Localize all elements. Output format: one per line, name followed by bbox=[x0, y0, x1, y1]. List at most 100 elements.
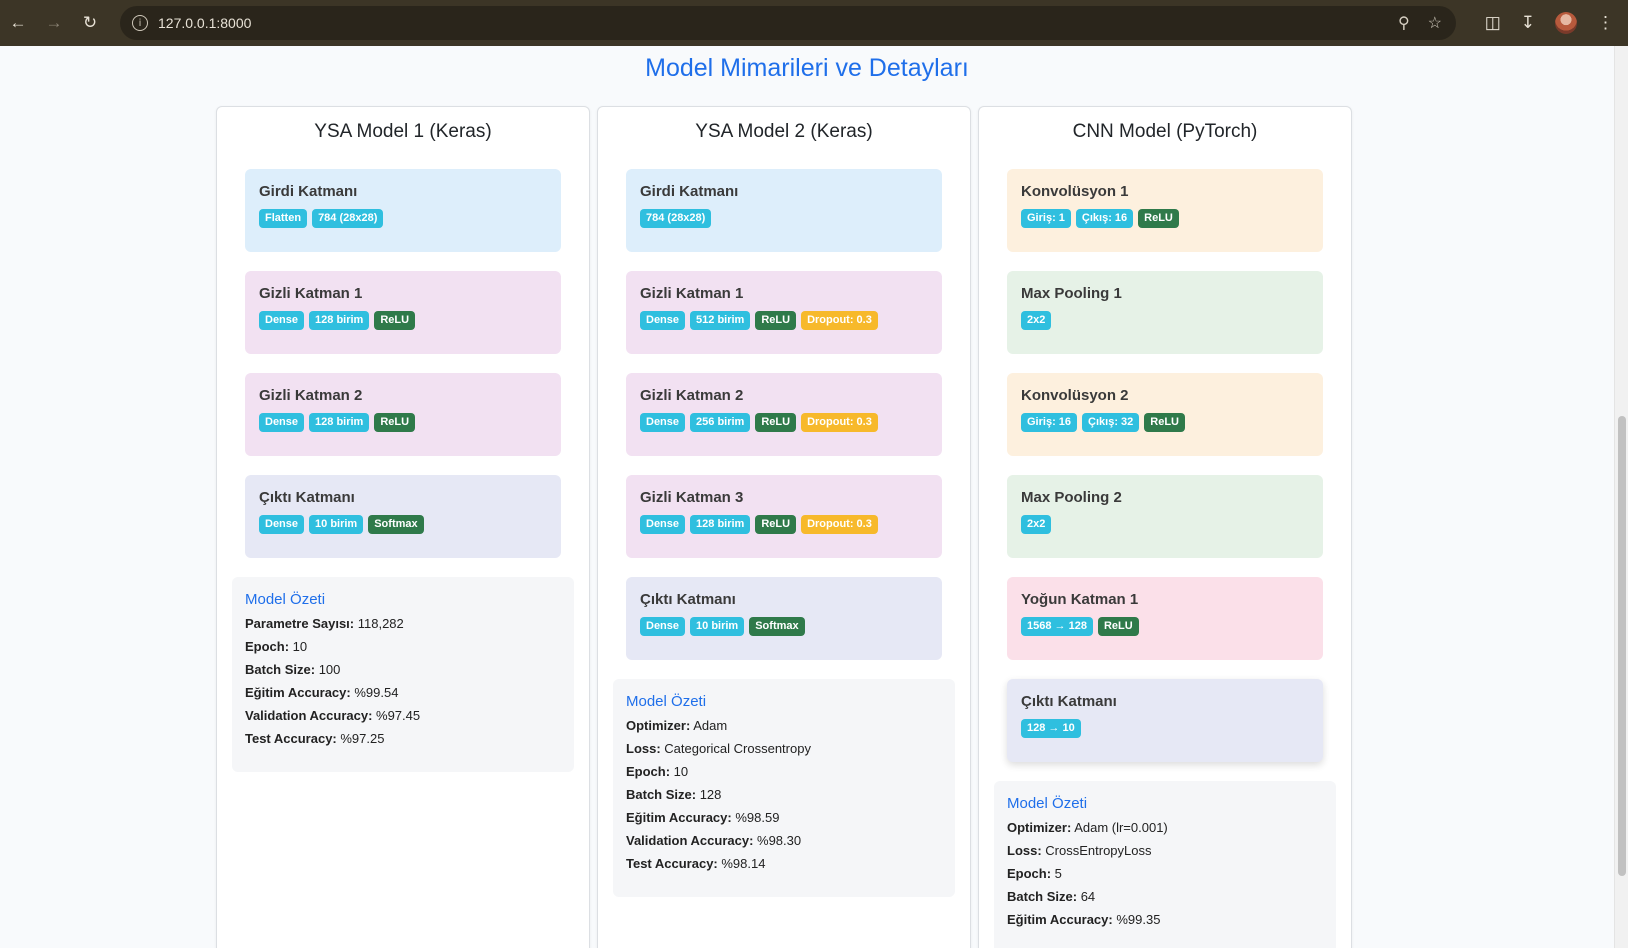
layer-badge: Giriş: 1 bbox=[1021, 209, 1071, 228]
layer-badge: ReLU bbox=[1097, 617, 1139, 636]
layer-badges: Dense 512 birim ReLU Dropout: 0.3 bbox=[640, 311, 928, 330]
summary-row: Batch Size: 64 bbox=[1007, 889, 1323, 904]
summary-row: Eğitim Accuracy: %99.54 bbox=[245, 685, 561, 700]
layer-list: Girdi Katmanı Flatten 784 (28x28) Gizli Kat… bbox=[217, 169, 589, 558]
summary-value: %99.35 bbox=[1112, 912, 1161, 927]
layer-badge: Dense bbox=[259, 515, 305, 534]
summary-value: %97.25 bbox=[336, 731, 385, 746]
bookmark-star-icon[interactable]: ☆ bbox=[1428, 13, 1442, 33]
summary-value: %98.14 bbox=[717, 856, 766, 871]
layer-badges: 1568 → 128 ReLU bbox=[1021, 617, 1309, 636]
layer-badge: ReLU bbox=[1144, 413, 1186, 432]
site-info-icon[interactable]: i bbox=[132, 15, 148, 31]
layer-box: Gizli Katman 1 Dense 128 birim ReLU bbox=[245, 271, 561, 354]
forward-icon[interactable]: → bbox=[36, 0, 72, 46]
summary-row: Batch Size: 128 bbox=[626, 787, 942, 802]
download-icon[interactable]: ↧ bbox=[1521, 13, 1535, 33]
layer-badge: ReLU bbox=[755, 311, 797, 330]
summary-value: 118,282 bbox=[354, 616, 404, 631]
model-summary: Model Özeti Optimizer: Adam Loss: Categori… bbox=[613, 679, 955, 897]
back-icon[interactable]: ← bbox=[0, 0, 36, 46]
summary-row: Optimizer: Adam (lr=0.001) bbox=[1007, 820, 1323, 835]
layer-badge: 128 birim bbox=[309, 311, 370, 330]
layer-badge: Giriş: 16 bbox=[1021, 413, 1078, 432]
model-summary-title: Model Özeti bbox=[1007, 795, 1088, 812]
summary-row: Validation Accuracy: %98.30 bbox=[626, 833, 942, 848]
summary-row: Epoch: 5 bbox=[1007, 866, 1323, 881]
summary-row: Loss: Categorical Crossentropy bbox=[626, 741, 942, 756]
profile-avatar[interactable] bbox=[1555, 12, 1577, 34]
layer-badge: 1568 → 128 bbox=[1021, 617, 1093, 636]
layer-badge: ReLU bbox=[1138, 209, 1179, 228]
summary-label: Epoch: bbox=[245, 639, 290, 654]
layer-box: Gizli Katman 2 Dense 256 birim ReLU Dropout:… bbox=[626, 373, 942, 456]
layer-name: Gizli Katman 2 bbox=[259, 387, 363, 404]
summary-row: Parametre Sayısı: 118,282 bbox=[245, 616, 561, 631]
summary-row: Validation Accuracy: %97.45 bbox=[245, 708, 561, 723]
layer-badge: ReLU bbox=[755, 413, 797, 432]
layer-box: Gizli Katman 3 Dense 128 birim ReLU Dropout:… bbox=[626, 475, 942, 558]
layer-badge: Dense bbox=[259, 413, 305, 432]
summary-value: 64 bbox=[1077, 889, 1096, 904]
summary-label: Batch Size: bbox=[1007, 889, 1078, 904]
browser-toolbar: ← → ↻ i 127.0.0.1:8000 ⚲ ☆ ◫ ↧ ⋮ bbox=[0, 0, 1628, 46]
scrollbar-thumb[interactable] bbox=[1618, 416, 1626, 876]
summary-label: Loss: bbox=[626, 741, 661, 756]
layer-box: Yoğun Katman 1 1568 → 128 ReLU bbox=[1007, 577, 1323, 660]
layer-badges: Dense 128 birim ReLU bbox=[259, 311, 547, 330]
layer-box: Max Pooling 2 2x2 bbox=[1007, 475, 1323, 558]
summary-row: Batch Size: 100 bbox=[245, 662, 561, 677]
layer-badges: Giriş: 16 Çıkış: 32 ReLU bbox=[1021, 413, 1309, 432]
layer-badge: 128 birim bbox=[309, 413, 370, 432]
layer-name: Max Pooling 2 bbox=[1021, 489, 1122, 506]
layer-box: Çıktı Katmanı Dense 10 birim Softmax bbox=[245, 475, 561, 558]
page-scrollbar[interactable] bbox=[1614, 46, 1628, 948]
layer-badge: Dropout: 0.3 bbox=[801, 311, 878, 330]
layer-badges: Dense 10 birim Softmax bbox=[259, 515, 547, 534]
summary-value: CrossEntropyLoss bbox=[1041, 843, 1152, 858]
model-card: YSA Model 2 (Keras) Girdi Katmanı 784 (28x… bbox=[597, 106, 971, 948]
layer-box: Girdi Katmanı 784 (28x28) bbox=[626, 169, 942, 252]
summary-value: %99.54 bbox=[350, 685, 399, 700]
menu-dots-icon[interactable]: ⋮ bbox=[1597, 13, 1614, 33]
summary-row: Test Accuracy: %97.25 bbox=[245, 731, 561, 746]
layer-badge: 128 birim bbox=[690, 515, 751, 534]
address-bar[interactable]: i 127.0.0.1:8000 ⚲ ☆ bbox=[120, 6, 1456, 40]
model-card-title: YSA Model 2 (Keras) bbox=[695, 121, 873, 142]
layer-badge: Softmax bbox=[368, 515, 424, 534]
zoom-icon[interactable]: ⚲ bbox=[1398, 13, 1410, 33]
layer-box: Çıktı Katmanı Dense 10 birim Softmax bbox=[626, 577, 942, 660]
summary-label: Test Accuracy: bbox=[626, 856, 718, 871]
layer-list: Girdi Katmanı 784 (28x28) Gizli Katman 1 De… bbox=[598, 169, 970, 660]
summary-value: 5 bbox=[1051, 866, 1062, 881]
layer-name: Çıktı Katmanı bbox=[259, 489, 355, 506]
layer-badge: 2x2 bbox=[1021, 311, 1052, 330]
summary-label: Eğitim Accuracy: bbox=[1007, 912, 1113, 927]
layer-badges: 2x2 bbox=[1021, 311, 1309, 330]
layer-badges: Dense 10 birim Softmax bbox=[640, 617, 928, 636]
layer-name: Girdi Katmanı bbox=[640, 183, 739, 200]
layer-badge: Dense bbox=[640, 617, 686, 636]
summary-row: Epoch: 10 bbox=[626, 764, 942, 779]
reload-icon[interactable]: ↻ bbox=[72, 0, 108, 46]
layer-name: Gizli Katman 1 bbox=[259, 285, 363, 302]
layer-badge: 10 birim bbox=[309, 515, 364, 534]
layer-badges: 2x2 bbox=[1021, 515, 1309, 534]
extensions-icon[interactable]: ◫ bbox=[1485, 13, 1501, 33]
summary-value: %98.59 bbox=[731, 810, 780, 825]
layer-badge: Dense bbox=[640, 413, 686, 432]
layer-badge: 784 (28x28) bbox=[640, 209, 712, 228]
layer-badges: Flatten 784 (28x28) bbox=[259, 209, 547, 228]
layer-badge: 256 birim bbox=[690, 413, 751, 432]
layer-name: Çıktı Katmanı bbox=[640, 591, 736, 608]
layer-badge: 128 → 10 bbox=[1021, 719, 1081, 738]
summary-label: Optimizer: bbox=[626, 718, 691, 733]
layer-badge: ReLU bbox=[755, 515, 797, 534]
layer-badge: 784 (28x28) bbox=[312, 209, 384, 228]
layer-name: Gizli Katman 1 bbox=[640, 285, 744, 302]
layer-badge: Dropout: 0.3 bbox=[801, 413, 878, 432]
page-title: Model Mimarileri ve Detayları bbox=[645, 54, 969, 82]
layer-badge: ReLU bbox=[374, 413, 416, 432]
layer-box: Max Pooling 1 2x2 bbox=[1007, 271, 1323, 354]
summary-label: Optimizer: bbox=[1007, 820, 1072, 835]
